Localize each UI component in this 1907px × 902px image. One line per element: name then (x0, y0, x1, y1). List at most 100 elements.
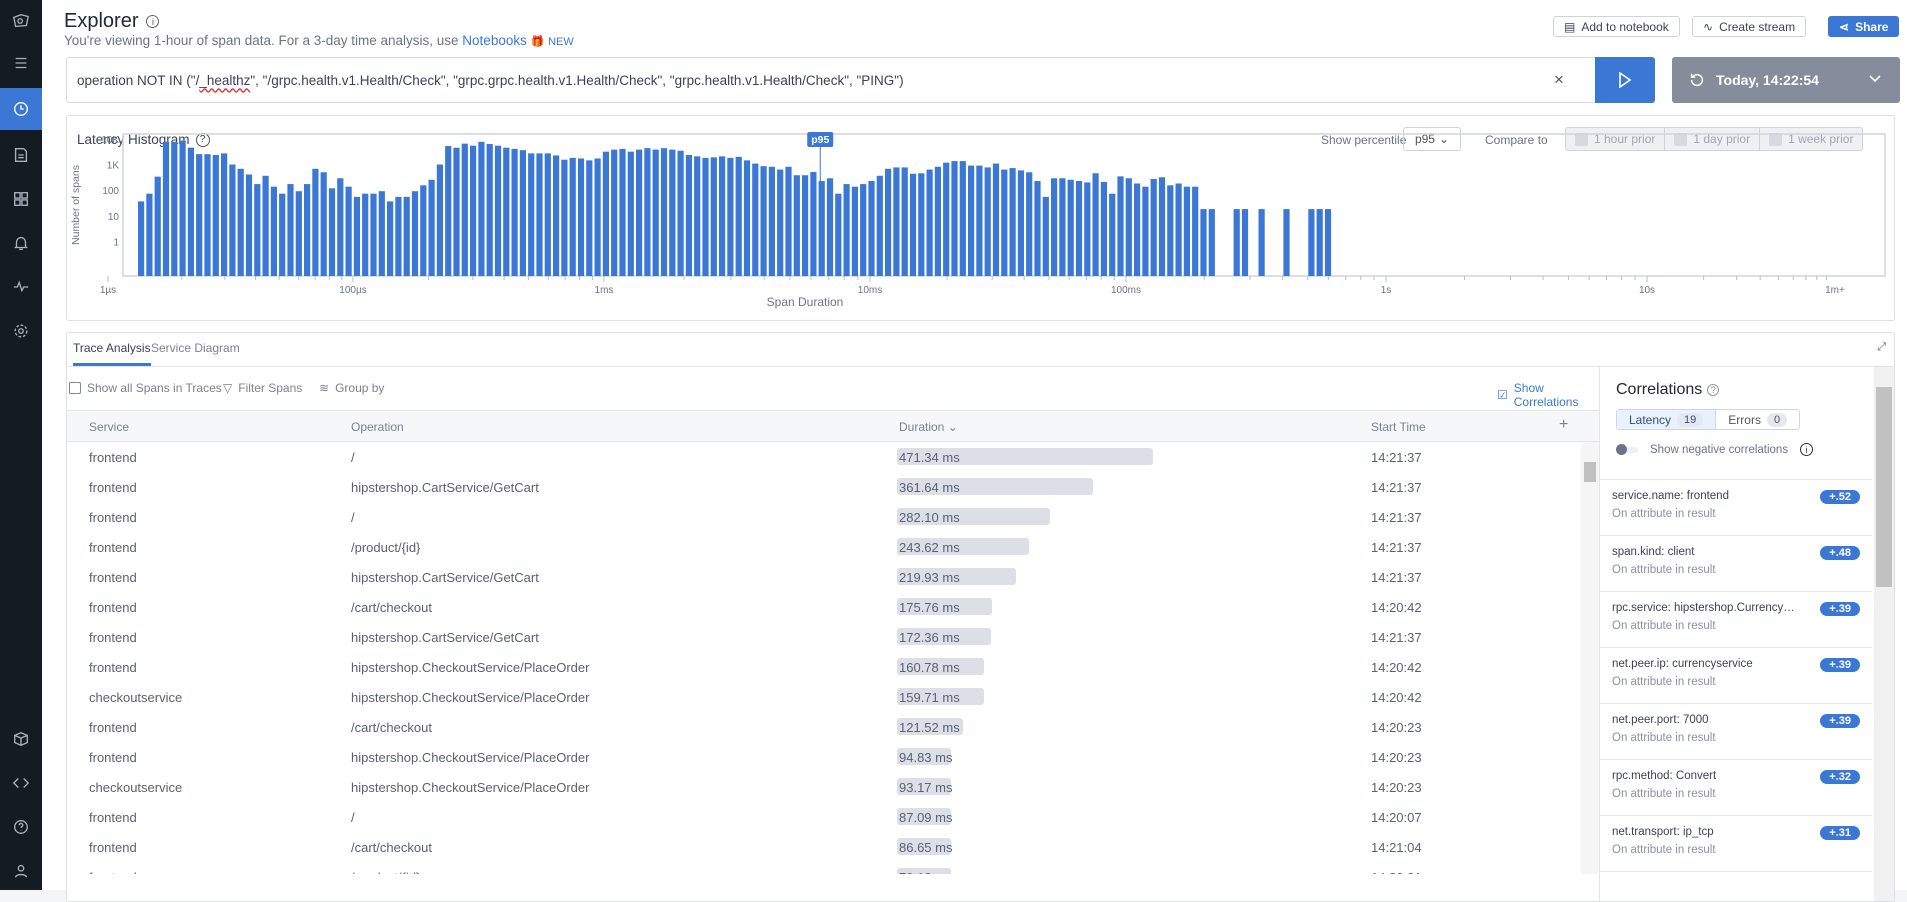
histogram-bar (453, 147, 460, 276)
histogram-bar (818, 181, 825, 276)
code-icon[interactable] (0, 762, 42, 804)
histogram-bar (370, 193, 377, 276)
histogram-bar (768, 166, 775, 276)
duration-cell: 87.09 ms (899, 810, 953, 825)
bell-icon[interactable] (0, 222, 42, 264)
correlation-item[interactable]: rpc.service: hipstershop.CurrencyService… (1600, 592, 1872, 648)
chevron-down-icon (1869, 75, 1881, 83)
column-start-time[interactable]: Start Time (1371, 420, 1426, 434)
table-row[interactable]: checkoutservice hipstershop.CheckoutServ… (67, 682, 1581, 712)
scroll-thumb[interactable] (1584, 462, 1596, 482)
y-tick-label: 1 (113, 237, 119, 248)
start-time-cell: 14:20:23 (1371, 720, 1422, 735)
table-row[interactable]: frontend /product/{id} 79.18 ms 14:20:31 (67, 862, 1581, 874)
correlation-item[interactable]: rpc.method: Convert On attribute in resu… (1600, 760, 1872, 816)
table-row[interactable]: frontend /product/{id} 243.62 ms 14:21:3… (67, 532, 1581, 562)
time-picker[interactable]: Today, 14:22:54 (1672, 57, 1900, 103)
histogram-bar (793, 175, 800, 276)
table-row[interactable]: frontend hipstershop.CartService/GetCart… (67, 622, 1581, 652)
gear-icon[interactable] (0, 310, 42, 352)
tab-trace-analysis[interactable]: Trace Analysis (73, 341, 151, 366)
chevron-down-icon: ⌄ (947, 420, 958, 434)
table-row[interactable]: checkoutservice hipstershop.CheckoutServ… (67, 772, 1581, 802)
package-icon[interactable] (0, 718, 42, 760)
table-row[interactable]: frontend hipstershop.CheckoutService/Pla… (67, 652, 1581, 682)
histogram-chart[interactable]: 1µs 100µs 1ms 10ms 100ms 1s 10s 1m+ 1 10 100 1K 10K S… (67, 116, 1896, 322)
start-time-cell: 14:21:37 (1371, 540, 1422, 555)
help-icon[interactable]: ? (1707, 384, 1720, 396)
column-duration[interactable]: Duration ⌄ (899, 420, 958, 434)
correlations-panel: Correlations? Latency 19 Errors 0 Show neg… (1599, 367, 1872, 901)
filter-icon: ▽ (223, 381, 233, 395)
query-input[interactable]: operation NOT IN ("/_healthz ", "/grpc.he… (66, 57, 1596, 103)
correlation-item[interactable]: net.peer.ip: currencyservice On attribut… (1600, 648, 1872, 704)
histogram-bar (1125, 178, 1132, 276)
share-button[interactable]: ⋖ Share (1828, 16, 1900, 37)
show-correlations-toggle[interactable]: ☑ Show Correlations (1497, 381, 1599, 409)
correlation-item[interactable]: net.peer.port: 7000 On attribute in resu… (1600, 704, 1872, 760)
scroll-thumb[interactable] (1876, 387, 1892, 587)
table-row[interactable]: frontend /cart/checkout 121.52 ms 14:20:… (67, 712, 1581, 742)
user-icon[interactable] (0, 850, 42, 892)
filter-spans-button[interactable]: ▽ Filter Spans (223, 381, 302, 395)
correlation-item[interactable]: span.kind: client On attribute in result… (1600, 536, 1872, 592)
label: Add to notebook (1581, 19, 1669, 34)
create-stream-button[interactable]: ∿ Create stream (1692, 16, 1807, 37)
table-row[interactable]: frontend / 471.34 ms 14:21:37 (67, 442, 1581, 472)
clear-query-button[interactable]: × (1554, 70, 1564, 90)
group-by-button[interactable]: ≋ Group by (319, 381, 384, 395)
document-icon[interactable] (0, 134, 42, 176)
correlation-key: net.transport: ip_tcp (1612, 826, 1714, 838)
table-row[interactable]: frontend /cart/checkout 86.65 ms 14:21:0… (67, 832, 1581, 862)
show-all-spans-checkbox[interactable]: Show all Spans in Traces (69, 381, 222, 395)
run-query-button[interactable] (1595, 57, 1655, 103)
label: Show negative correlations (1650, 443, 1789, 456)
add-to-notebook-button[interactable]: ▤ Add to notebook (1553, 16, 1680, 37)
logo-icon[interactable] (0, 0, 42, 42)
dashboard-icon[interactable] (0, 178, 42, 220)
operation-cell: /cart/checkout (351, 720, 432, 735)
correlation-subtitle: On attribute in result (1612, 676, 1716, 688)
histogram-bar (154, 176, 161, 276)
table-row[interactable]: frontend hipstershop.CartService/GetCart… (67, 562, 1581, 592)
add-column-button[interactable]: + (1559, 416, 1568, 434)
table-row[interactable]: frontend hipstershop.CartService/GetCart… (67, 472, 1581, 502)
expand-icon[interactable]: ⤢ (1877, 341, 1886, 354)
correlation-item[interactable]: net.transport: ip_tcp On attribute in re… (1600, 816, 1872, 872)
page-title: Explorer i (64, 10, 160, 33)
table-scrollbar[interactable] (1581, 442, 1599, 874)
tab-latency[interactable]: Latency 19 (1617, 410, 1717, 429)
info-icon[interactable]: i (1800, 443, 1814, 456)
histogram-bar (644, 148, 651, 276)
clock-icon[interactable] (0, 88, 42, 130)
table-row[interactable]: frontend / 87.09 ms 14:20:07 (67, 802, 1581, 832)
table-row[interactable]: frontend /cart/checkout 175.76 ms 14:20:… (67, 592, 1581, 622)
histogram-bar (138, 201, 145, 276)
histogram-bar (611, 149, 618, 276)
info-icon[interactable]: i (146, 15, 160, 28)
column-operation[interactable]: Operation (351, 420, 404, 434)
duration-cell: 172.36 ms (899, 630, 960, 645)
tab-errors[interactable]: Errors 0 (1716, 410, 1799, 429)
checkbox[interactable] (69, 382, 81, 394)
histogram-bar (262, 175, 269, 276)
table-row[interactable]: frontend hipstershop.CheckoutService/Pla… (67, 742, 1581, 772)
column-service[interactable]: Service (89, 420, 129, 434)
correlations-scrollbar[interactable] (1874, 367, 1894, 901)
histogram-bar (445, 146, 452, 276)
notebooks-link[interactable]: Notebooks (462, 33, 527, 48)
histogram-bar (835, 193, 842, 276)
table-row[interactable]: frontend / 282.10 ms 14:21:37 (67, 502, 1581, 532)
toggle[interactable] (1616, 443, 1638, 455)
correlation-item[interactable]: service.name: frontend On attribute in r… (1600, 480, 1872, 536)
help-icon[interactable] (0, 806, 42, 848)
negative-correlations-toggle[interactable]: Show negative correlations i (1616, 443, 1814, 456)
pulse-icon[interactable] (0, 266, 42, 308)
list-icon[interactable] (0, 42, 42, 84)
histogram-bar (602, 151, 609, 276)
histogram-bar (403, 196, 410, 276)
histogram-bar (802, 175, 809, 276)
histogram-bar (735, 156, 742, 276)
start-time-cell: 14:20:42 (1371, 660, 1422, 675)
tab-service-diagram[interactable]: Service Diagram (151, 341, 240, 363)
